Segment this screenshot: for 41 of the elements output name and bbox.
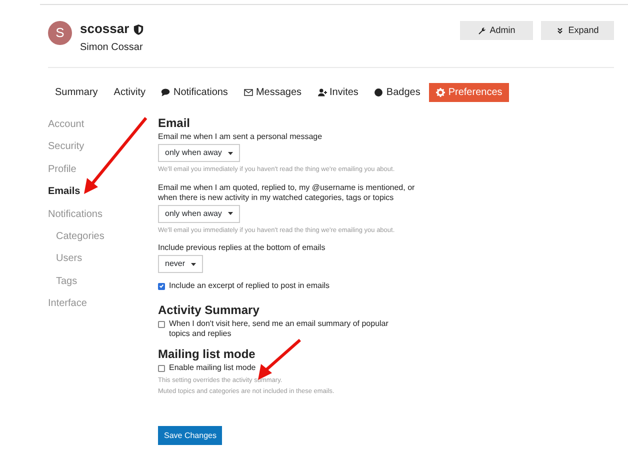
field-label: Include previous replies at the bottom of emails xyxy=(158,243,326,253)
save-button[interactable]: Save Changes xyxy=(158,426,222,445)
tab[interactable]: Invites xyxy=(310,83,366,102)
dropdown[interactable]: only when away xyxy=(158,204,240,222)
wrench-icon xyxy=(478,26,486,34)
section-heading: Mailing list mode xyxy=(158,347,256,361)
caret-icon xyxy=(228,212,233,215)
shield-icon xyxy=(133,24,144,34)
caret-icon xyxy=(228,152,233,154)
gear-icon xyxy=(436,88,446,97)
tab[interactable]: Summary xyxy=(48,83,105,102)
checkbox[interactable] xyxy=(158,364,165,372)
section-heading: Email xyxy=(158,116,192,130)
badge-icon xyxy=(374,88,384,97)
field-label: Email me when I am quoted, replied to, my @username is mentioned, or when there is new activity in my watched categories, tags or topics xyxy=(158,182,416,202)
tab[interactable]: Badges xyxy=(367,83,428,102)
avatar: S xyxy=(48,21,72,45)
field-label: Email me when I am sent a personal message xyxy=(158,132,324,142)
tab[interactable]: Activity xyxy=(106,83,152,102)
annotation-arrow xyxy=(258,338,301,380)
checkbox-label: Enable mailing list mode xyxy=(169,363,256,373)
checkbox-label: When I don't visit here, send me an email summary of popular topics and replies xyxy=(169,319,390,339)
tab[interactable]: Preferences xyxy=(429,83,510,102)
dropdown[interactable]: only when away xyxy=(158,144,240,162)
expand-button[interactable]: Expand xyxy=(541,21,614,40)
checkbox-label: Include an excerpt of replied to post in emails xyxy=(169,281,330,291)
admin-button[interactable]: Admin xyxy=(460,21,533,40)
sidebar-item[interactable]: Emails xyxy=(48,181,80,204)
checkbox[interactable] xyxy=(158,282,165,290)
double-chevron-icon xyxy=(556,26,564,34)
speech-bubble-icon xyxy=(161,88,170,97)
checkbox[interactable] xyxy=(158,320,165,328)
full-name: Simon Cossar xyxy=(80,41,144,55)
dropdown[interactable]: never xyxy=(158,255,204,273)
user-plus-icon xyxy=(318,88,327,97)
section-heading: Activity Summary xyxy=(158,303,260,317)
tab[interactable]: Messages xyxy=(236,83,309,102)
tab[interactable]: Notifications xyxy=(154,83,235,102)
caret-icon xyxy=(191,262,196,266)
envelope-icon xyxy=(244,88,253,97)
username: scossar xyxy=(80,21,130,37)
